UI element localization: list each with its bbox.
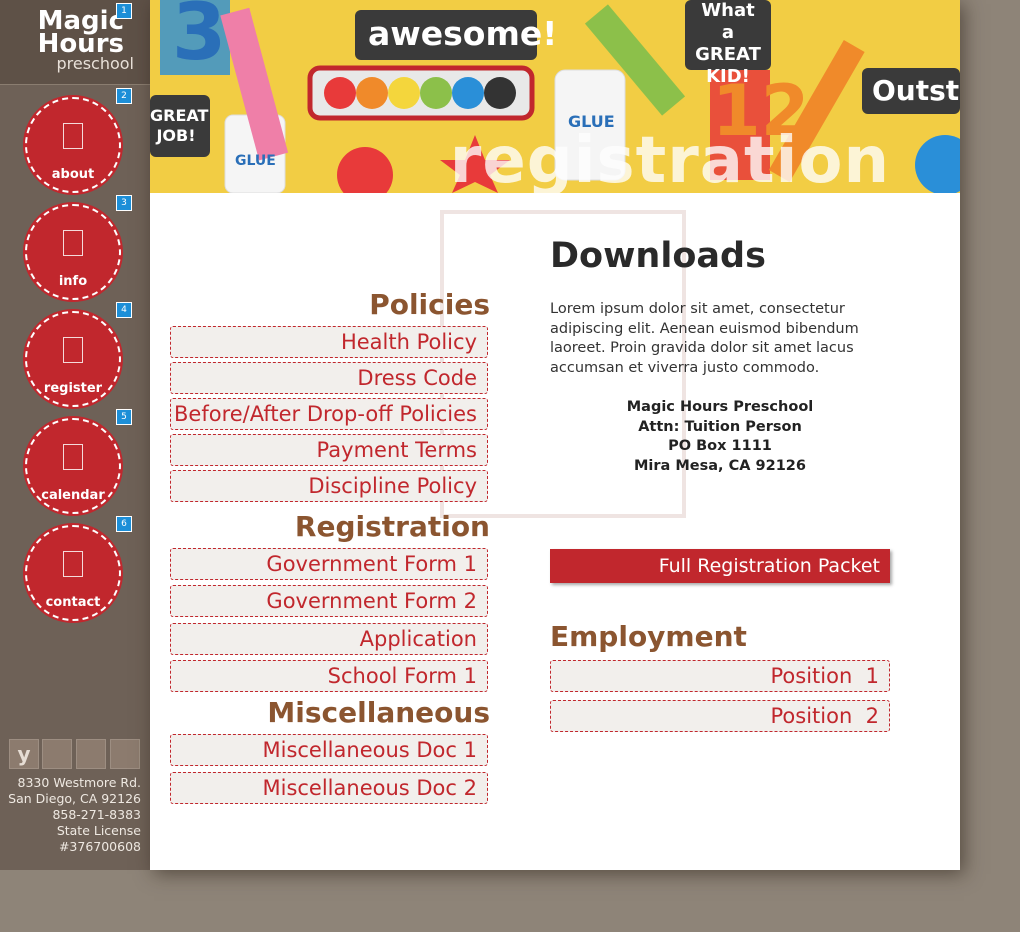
postal-city: Mira Mesa, CA 92126 — [634, 457, 806, 474]
logo-line-preschool: preschool — [56, 54, 134, 73]
policies-heading: Policies — [369, 288, 490, 321]
nav-info-button[interactable]: info — [25, 204, 121, 300]
nav-badge-3: 3 — [116, 195, 132, 211]
nav-calendar-button[interactable]: calendar — [25, 418, 121, 514]
nav-info-label: info — [58, 274, 88, 289]
nav-contact-button[interactable]: contact — [25, 525, 121, 621]
nav-calendar-label: calendar — [41, 488, 105, 503]
sticker-number-3: 3 — [172, 0, 227, 78]
sidebar: Magic Hours preschool 1 2 about 3 info 4… — [0, 0, 150, 870]
banner: awesome! What a GREAT KID! GREAT JOB! GL… — [150, 0, 960, 193]
facebook-icon[interactable] — [42, 739, 72, 769]
registration-heading: Registration — [294, 510, 490, 543]
nav-badge-1: 1 — [116, 3, 132, 19]
dress-code-link[interactable]: Dress Code — [170, 362, 488, 394]
position-1-link[interactable]: Position 1 — [550, 660, 890, 692]
nav-about-label: about — [51, 167, 95, 182]
nav-register-button[interactable]: register — [25, 311, 121, 407]
nav-badge-4: 4 — [116, 302, 132, 318]
downloads-heading: Downloads — [550, 236, 766, 276]
application-link[interactable]: Application — [170, 623, 488, 655]
postal-box: PO Box 1111 — [668, 438, 772, 454]
address-license-number: #376700608 — [58, 839, 141, 854]
contact-icon — [63, 551, 83, 577]
miscellaneous-heading: Miscellaneous — [267, 696, 490, 729]
sticker-glue-1: GLUE — [235, 153, 276, 169]
address-block: 8330 Westmore Rd. San Diego, CA 92126 85… — [0, 775, 141, 855]
position-2-link[interactable]: Position 2 — [550, 700, 890, 732]
government-form-1-link[interactable]: Government Form 1 — [170, 548, 488, 580]
postal-attn: Attn: Tuition Person — [638, 418, 802, 435]
sticker-awesome: awesome! — [368, 14, 558, 53]
sticker-outst: Outst — [872, 74, 960, 107]
nav-register-label: register — [43, 381, 103, 396]
address-phone: 858-271-8383 — [52, 807, 141, 822]
about-icon — [63, 123, 83, 149]
calendar-icon — [63, 444, 83, 470]
email-icon[interactable] — [110, 739, 140, 769]
misc-doc-2-link[interactable]: Miscellaneous Doc 2 — [170, 772, 488, 804]
government-form-2-link[interactable]: Government Form 2 — [170, 585, 488, 617]
nav-badge-6: 6 — [116, 516, 132, 532]
twitter-icon[interactable] — [76, 739, 106, 769]
address-city: San Diego, CA 92126 — [8, 791, 141, 806]
full-registration-packet-button[interactable]: Full Registration Packet — [550, 549, 890, 583]
sticker-great-job: GREAT JOB! — [150, 106, 209, 145]
address-street: 8330 Westmore Rd. — [17, 775, 141, 790]
page-title: registration — [449, 124, 890, 193]
address-license-label: State License — [56, 823, 141, 838]
discipline-policy-link[interactable]: Discipline Policy — [170, 470, 488, 502]
health-policy-link[interactable]: Health Policy — [170, 326, 488, 358]
postal-address: Magic Hours Preschool Attn: Tuition Pers… — [570, 398, 870, 476]
drop-off-policies-link[interactable]: Before/After Drop-off Policies — [170, 398, 488, 430]
register-icon — [63, 337, 83, 363]
nav-badge-2: 2 — [116, 88, 132, 104]
postal-name: Magic Hours Preschool — [626, 399, 814, 415]
employment-heading: Employment — [550, 620, 747, 653]
misc-doc-1-link[interactable]: Miscellaneous Doc 1 — [170, 734, 488, 766]
nav-about-button[interactable]: about — [25, 97, 121, 193]
main-content: awesome! What a GREAT KID! GREAT JOB! GL… — [150, 0, 960, 870]
nav-contact-label: contact — [45, 595, 101, 610]
info-icon — [63, 230, 83, 256]
payment-terms-link[interactable]: Payment Terms — [170, 434, 488, 466]
yelp-icon[interactable]: y — [9, 739, 39, 769]
nav-badge-5: 5 — [116, 409, 132, 425]
school-form-1-link[interactable]: School Form 1 — [170, 660, 488, 692]
downloads-description: Lorem ipsum dolor sit amet, consectetur … — [550, 301, 859, 376]
